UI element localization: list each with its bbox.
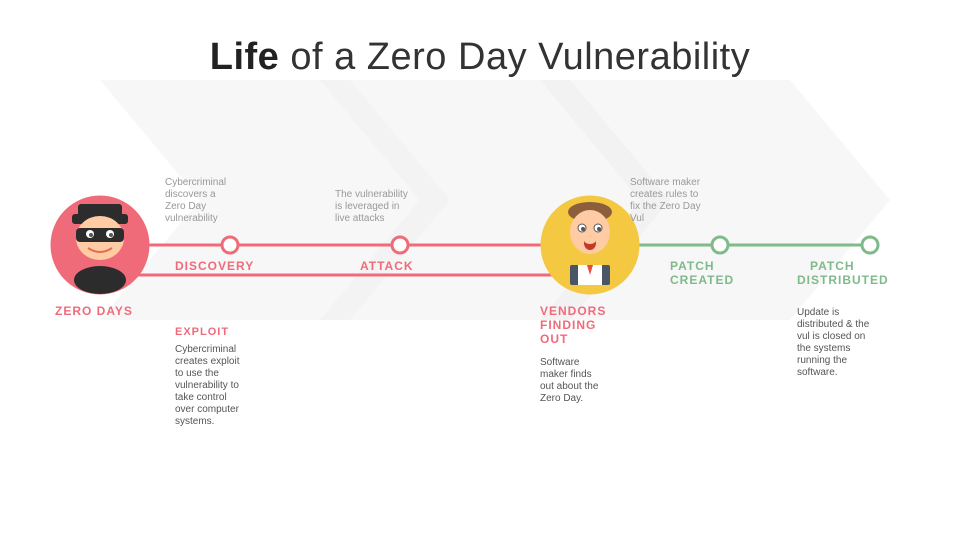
svg-text:VENDORS: VENDORS — [540, 304, 606, 318]
svg-text:software.: software. — [797, 367, 838, 378]
svg-text:PATCH: PATCH — [810, 259, 855, 273]
svg-text:DISCOVERY: DISCOVERY — [175, 259, 254, 273]
title-area: Life of a Zero Day Vulnerability — [0, 0, 960, 79]
svg-text:distributed & the: distributed & the — [797, 319, 870, 330]
svg-text:Software: Software — [540, 357, 580, 368]
svg-text:over computer: over computer — [175, 404, 240, 415]
svg-text:maker finds: maker finds — [540, 369, 592, 380]
svg-text:discovers a: discovers a — [165, 189, 216, 200]
svg-text:creates exploit: creates exploit — [175, 356, 240, 367]
svg-text:vulnerability to: vulnerability to — [175, 380, 239, 391]
page-title: Life of a Zero Day Vulnerability — [0, 36, 960, 79]
svg-text:creates rules to: creates rules to — [630, 189, 699, 200]
svg-text:vul is closed on: vul is closed on — [797, 331, 865, 342]
svg-text:OUT: OUT — [540, 332, 568, 346]
svg-text:PATCH: PATCH — [670, 259, 715, 273]
svg-text:The vulnerability: The vulnerability — [335, 189, 408, 200]
svg-text:ATTACK: ATTACK — [360, 259, 414, 273]
svg-text:DISTRIBUTED: DISTRIBUTED — [797, 273, 889, 287]
svg-text:out about the: out about the — [540, 381, 599, 392]
svg-text:take control: take control — [175, 392, 227, 403]
svg-text:systems.: systems. — [175, 416, 214, 427]
svg-text:Update is: Update is — [797, 307, 839, 318]
title-bold: Life — [210, 36, 280, 78]
svg-text:vulnerability: vulnerability — [165, 213, 218, 224]
svg-text:FINDING: FINDING — [540, 318, 596, 332]
svg-text:live attacks: live attacks — [335, 213, 384, 224]
svg-text:Cybercriminal: Cybercriminal — [165, 177, 226, 188]
svg-text:Zero Day.: Zero Day. — [540, 393, 583, 404]
svg-text:running the: running the — [797, 355, 847, 366]
svg-text:fix the Zero Day: fix the Zero Day — [630, 201, 701, 212]
svg-text:CREATED: CREATED — [670, 273, 734, 287]
svg-text:Software maker: Software maker — [630, 177, 701, 188]
svg-text:Vul: Vul — [630, 213, 644, 224]
svg-text:the systems: the systems — [797, 343, 850, 354]
svg-text:is leveraged in: is leveraged in — [335, 201, 399, 212]
title-rest: of a Zero Day Vulnerability — [279, 36, 750, 78]
svg-text:ZERO DAYS: ZERO DAYS — [55, 304, 133, 318]
svg-text:Zero Day: Zero Day — [165, 201, 206, 212]
svg-text:to use the: to use the — [175, 368, 219, 379]
svg-text:EXPLOIT: EXPLOIT — [175, 326, 229, 338]
svg-text:Cybercriminal: Cybercriminal — [175, 344, 236, 355]
